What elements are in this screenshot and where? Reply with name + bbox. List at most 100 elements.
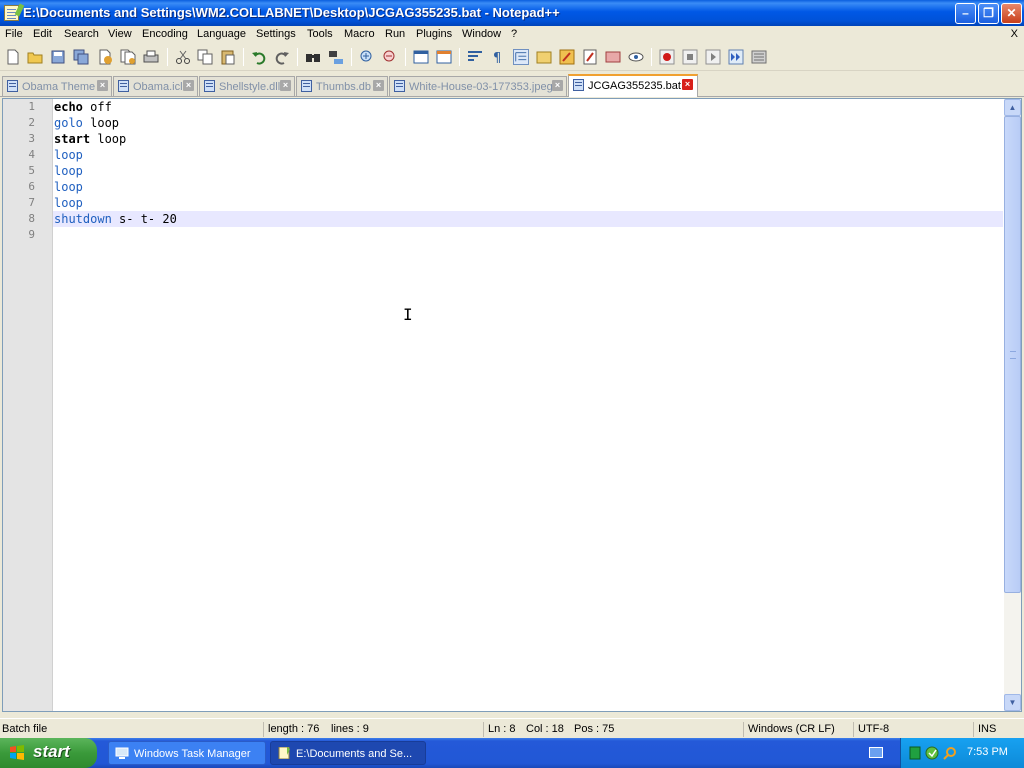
- tab-close-icon[interactable]: ×: [183, 80, 194, 91]
- code-line[interactable]: shutdown s- t- 20: [53, 211, 1003, 227]
- start-button[interactable]: start: [0, 738, 97, 768]
- editor[interactable]: 123456789 echo off golo loop start loop loo…: [2, 98, 1022, 712]
- undo-icon[interactable]: [251, 49, 267, 65]
- scroll-grip-icon: [1010, 351, 1016, 359]
- menu-search[interactable]: Search: [64, 28, 99, 40]
- cut-icon[interactable]: [175, 49, 191, 65]
- task-label: E:\Documents and Se...: [296, 748, 413, 760]
- tab-obama-icl[interactable]: Obama.icl ×: [113, 76, 198, 96]
- function-list-icon[interactable]: [559, 49, 575, 65]
- menu-window[interactable]: Window: [462, 28, 501, 40]
- title-bar[interactable]: E:\Documents and Settings\WM2.COLLABNET\…: [0, 0, 1024, 26]
- line-number: 6: [28, 180, 35, 193]
- zoom-out-icon[interactable]: [382, 49, 398, 65]
- code-line[interactable]: loop: [53, 195, 1003, 211]
- record-macro-icon[interactable]: [659, 49, 675, 65]
- menu-file[interactable]: File: [5, 28, 23, 40]
- line-number: 7: [28, 196, 35, 209]
- tab-close-icon[interactable]: ×: [373, 80, 384, 91]
- code-token: loop: [82, 116, 120, 130]
- code-line[interactable]: echo off: [53, 99, 1003, 115]
- stop-record-icon[interactable]: [682, 49, 698, 65]
- code-area[interactable]: echo off golo loop start loop loop loop loop l…: [53, 99, 1003, 711]
- tab-close-icon[interactable]: ×: [280, 80, 291, 91]
- close-button[interactable]: ✕: [1001, 3, 1022, 24]
- file-icon: [301, 80, 312, 92]
- code-token: loop: [90, 132, 127, 146]
- tab-thumbs-db[interactable]: Thumbs.db ×: [296, 76, 388, 96]
- panel-icon[interactable]: [605, 49, 621, 65]
- menu-language[interactable]: Language: [197, 28, 246, 40]
- close-icon[interactable]: [97, 49, 113, 65]
- vertical-scrollbar[interactable]: ▲ ▼: [1004, 99, 1021, 711]
- menu-tools[interactable]: Tools: [307, 28, 333, 40]
- sync-horizontal-icon[interactable]: [436, 49, 452, 65]
- code-line[interactable]: start loop: [53, 131, 1003, 147]
- print-icon[interactable]: [143, 49, 159, 65]
- minimize-button[interactable]: –: [955, 3, 976, 24]
- replace-icon[interactable]: [328, 49, 344, 65]
- zoom-in-icon[interactable]: [359, 49, 375, 65]
- restore-button[interactable]: ❐: [978, 3, 999, 24]
- menu-run[interactable]: Run: [385, 28, 405, 40]
- menu-macro[interactable]: Macro: [344, 28, 375, 40]
- status-insert-mode: INS: [973, 722, 996, 737]
- tab-shellstyle-dll[interactable]: Shellstyle.dll ×: [199, 76, 295, 96]
- menu-view[interactable]: View: [108, 28, 132, 40]
- keyboard-icon[interactable]: [869, 747, 883, 758]
- copy-icon[interactable]: [197, 49, 213, 65]
- code-line[interactable]: loop: [53, 147, 1003, 163]
- redo-icon[interactable]: [274, 49, 290, 65]
- indent-guide-icon[interactable]: [513, 49, 529, 65]
- menu-settings[interactable]: Settings: [256, 28, 296, 40]
- paste-icon[interactable]: [220, 49, 236, 65]
- code-line[interactable]: golo loop: [53, 115, 1003, 131]
- taskbar-item-task-manager[interactable]: Windows Task Manager: [108, 741, 266, 765]
- sync-vertical-icon[interactable]: [413, 49, 429, 65]
- play-macro-icon[interactable]: [705, 49, 721, 65]
- file-icon: [7, 80, 18, 92]
- tab-close-icon[interactable]: ×: [682, 79, 693, 90]
- menu-edit[interactable]: Edit: [33, 28, 52, 40]
- word-wrap-icon[interactable]: [467, 49, 483, 65]
- tab-white-house-jpeg[interactable]: White-House-03-177353.jpeg ×: [389, 76, 567, 96]
- code-line[interactable]: loop: [53, 163, 1003, 179]
- line-number: 8: [28, 212, 35, 225]
- close-all-icon[interactable]: [120, 49, 136, 65]
- save-macro-icon[interactable]: [751, 49, 767, 65]
- folder-icon[interactable]: [536, 49, 552, 65]
- document-map-icon[interactable]: [582, 49, 598, 65]
- code-token: golo: [54, 116, 83, 130]
- tray-app-icon[interactable]: [909, 746, 921, 760]
- menu-plugins[interactable]: Plugins: [416, 28, 452, 40]
- new-file-icon[interactable]: [5, 49, 21, 65]
- find-icon[interactable]: [305, 49, 321, 65]
- network-icon[interactable]: [925, 746, 939, 760]
- scroll-thumb[interactable]: [1004, 116, 1021, 593]
- line-number-gutter: 1 2 3 4 5 6 7 8 9: [3, 99, 53, 711]
- tab-jcgag355235-bat[interactable]: JCGAG355235.bat ×: [568, 74, 698, 97]
- status-file-type: Batch file: [2, 723, 48, 735]
- status-ln: Ln : 8: [483, 722, 516, 737]
- code-line[interactable]: loop: [53, 179, 1003, 195]
- show-all-chars-icon[interactable]: ¶: [490, 49, 506, 65]
- eye-icon[interactable]: [628, 49, 644, 65]
- scroll-up-button[interactable]: ▲: [1004, 99, 1021, 116]
- tab-label: White-House-03-177353.jpeg: [409, 81, 553, 93]
- open-file-icon[interactable]: [27, 49, 43, 65]
- close-document-button[interactable]: X: [1011, 28, 1018, 40]
- menu-encoding[interactable]: Encoding: [142, 28, 188, 40]
- tab-label: Shellstyle.dll: [219, 81, 281, 93]
- tab-close-icon[interactable]: ×: [552, 80, 563, 91]
- monitor-icon: [115, 747, 129, 759]
- taskbar-item-notepadpp[interactable]: E:\Documents and Se...: [270, 741, 426, 765]
- save-all-icon[interactable]: [73, 49, 89, 65]
- tab-close-icon[interactable]: ×: [97, 80, 108, 91]
- menu-help[interactable]: ?: [511, 28, 517, 40]
- scroll-down-button[interactable]: ▼: [1004, 694, 1021, 711]
- code-line[interactable]: [53, 227, 1003, 243]
- tab-obama-theme[interactable]: Obama Theme ×: [2, 76, 112, 96]
- run-macro-multiple-icon[interactable]: [728, 49, 744, 65]
- save-icon[interactable]: [50, 49, 66, 65]
- search-icon[interactable]: [943, 746, 957, 760]
